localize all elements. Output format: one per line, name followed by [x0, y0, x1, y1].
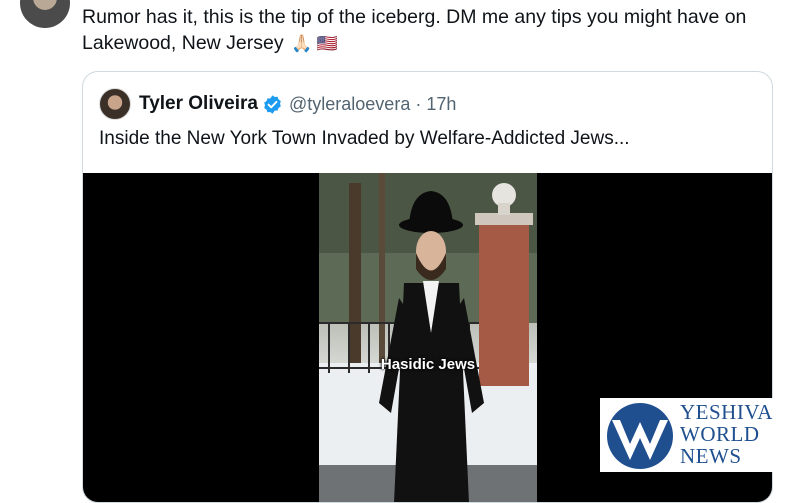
watermark-line-1: YESHIVA [680, 400, 773, 424]
quoted-author-avatar[interactable] [99, 88, 131, 120]
quoted-post-header: Tyler Oliveira @tyleraloevera · 17h [99, 88, 456, 120]
yeshiva-world-news-watermark: YESHIVA WORLD NEWS [600, 398, 800, 472]
video-frame: Hasidic Jews [319, 173, 537, 502]
watermark-wordmark: YESHIVA WORLD NEWS [680, 401, 798, 467]
post-emojis: 🙏🏻 🇺🇸 [291, 34, 339, 53]
yeshiva-world-news-logo-icon [607, 403, 673, 469]
quoted-author-handle[interactable]: @tyleraloevera [289, 94, 410, 115]
watermark-line-3: NEWS [680, 444, 742, 468]
quoted-author-name[interactable]: Tyler Oliveira [139, 93, 258, 115]
video-scene-illustration [319, 173, 537, 502]
header-separator: · [415, 93, 422, 114]
author-avatar[interactable] [20, 0, 70, 28]
watermark-line-2: WORLD [680, 422, 760, 446]
verified-badge-icon [264, 94, 281, 114]
quoted-post-time[interactable]: 17h [426, 94, 456, 115]
video-caption: Hasidic Jews [380, 356, 476, 373]
quoted-post-text: Inside the New York Town Invaded by Welf… [99, 128, 630, 149]
post-body: Rumor has it, this is the tip of the ice… [82, 6, 747, 54]
post-text: Rumor has it, this is the tip of the ice… [82, 4, 782, 57]
